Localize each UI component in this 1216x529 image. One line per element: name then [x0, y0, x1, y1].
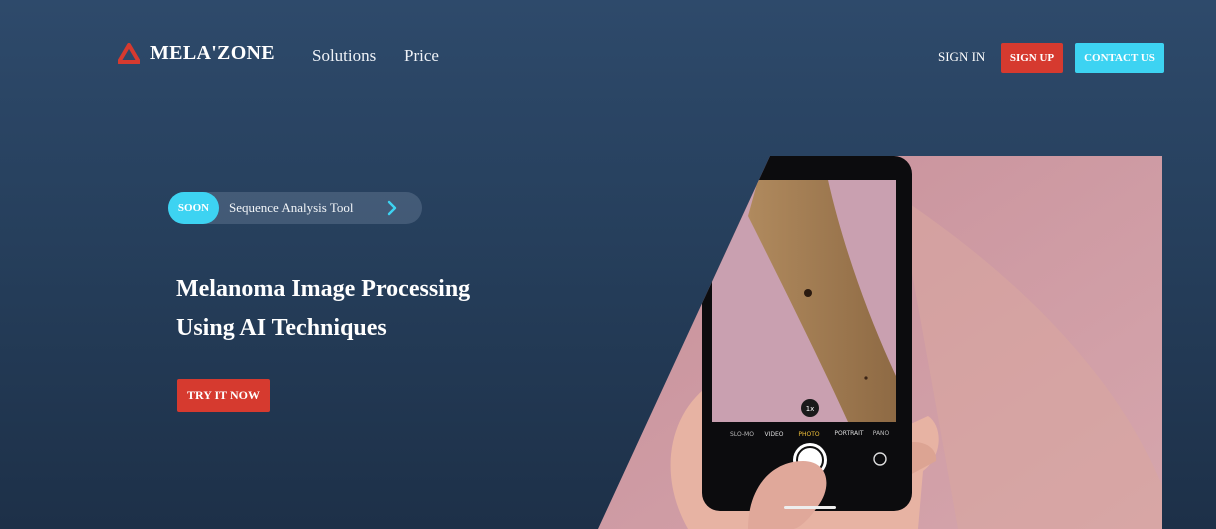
camera-mode-pano: PANO — [873, 430, 890, 437]
zoom-label: 1x — [806, 405, 815, 413]
triangle-logo-icon — [118, 42, 140, 64]
camera-mode-video: VIDEO — [764, 431, 783, 438]
announcement-text: Sequence Analysis Tool — [229, 200, 354, 215]
try-it-now-button[interactable]: TRY IT NOW — [177, 379, 270, 412]
nav-price[interactable]: Price — [404, 46, 439, 66]
camera-mode-slomo: SLO-MO — [730, 431, 754, 438]
sign-in-link[interactable]: SIGN IN — [938, 49, 985, 65]
hero-title-line-1: Melanoma Image Processing — [176, 276, 471, 302]
camera-mode-photo: PHOTO — [798, 431, 820, 438]
contact-us-button[interactable]: CONTACT US — [1075, 43, 1164, 73]
sign-up-button[interactable]: SIGN UP — [1001, 43, 1063, 73]
announcement-pill[interactable]: SOON Sequence Analysis Tool — [168, 192, 422, 224]
hero-title-line-2: Using AI Techniques — [176, 315, 387, 341]
brand-logo[interactable]: MELA'ZONE — [118, 42, 275, 65]
brand-name: MELA'ZONE — [150, 42, 275, 64]
soon-badge: SOON — [168, 192, 219, 224]
nav-solutions[interactable]: Solutions — [312, 46, 376, 66]
hero-title: Melanoma Image Processing Using AI Techn… — [176, 270, 470, 348]
camera-mode-portrait: PORTRAIT — [834, 430, 864, 437]
chevron-right-icon — [387, 200, 397, 216]
hero-image: 1x SLO-MO VIDEO PHOTO PORTRAIT PANO — [598, 156, 1162, 529]
